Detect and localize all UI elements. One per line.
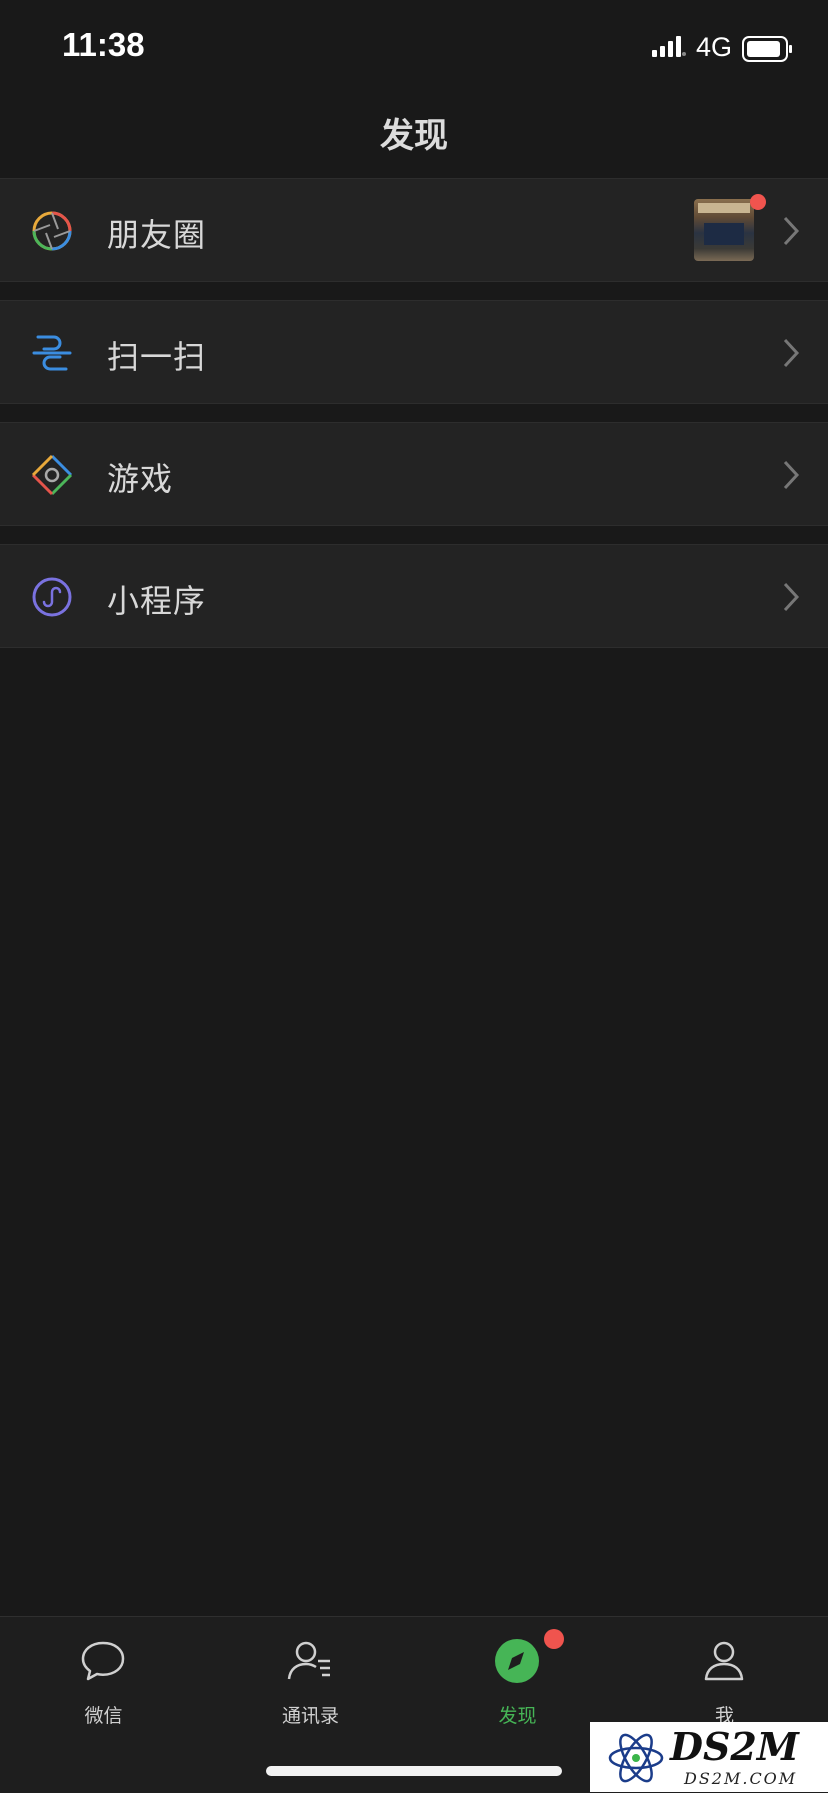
tab-label-contacts: 通讯录 <box>281 1705 339 1727</box>
network-type: 4G <box>696 32 733 62</box>
page-title: 发现 <box>380 116 448 156</box>
tab-chats[interactable]: 微信 <box>0 1617 207 1727</box>
battery-icon <box>742 36 792 62</box>
menu-label-mini-programs: 小程序 <box>107 582 207 620</box>
games-diamond-icon <box>31 454 73 496</box>
menu-label-games: 游戏 <box>107 460 174 498</box>
signal-icon <box>652 36 686 57</box>
status-bar: 11:38 4G <box>0 0 828 100</box>
tab-me[interactable]: 我 <box>621 1617 828 1727</box>
mini-program-icon <box>32 577 72 617</box>
moments-aperture-icon <box>32 211 72 251</box>
moments-badge <box>750 194 766 210</box>
home-indicator <box>266 1766 562 1776</box>
watermark: DS2M DS2M.COM <box>590 1722 828 1792</box>
menu-group-moments: 朋友圈 <box>0 178 828 282</box>
watermark-text: DS2M <box>670 1724 799 1769</box>
menu-item-moments[interactable]: 朋友圈 <box>0 179 828 283</box>
status-time: 11:38 <box>62 26 145 63</box>
scan-icon <box>32 335 72 371</box>
menu-group-scan: 扫一扫 <box>0 300 828 404</box>
menu-label-scan: 扫一扫 <box>107 338 207 376</box>
chat-bubble-icon <box>81 1641 125 1681</box>
chevron-right-icon <box>783 216 800 246</box>
watermark-logo-icon <box>608 1733 664 1783</box>
contacts-icon <box>287 1641 330 1680</box>
chevron-right-icon <box>783 338 800 368</box>
discover-badge <box>544 1629 564 1649</box>
tab-discover[interactable]: 发现 <box>414 1617 621 1727</box>
discover-compass-icon <box>495 1639 539 1683</box>
chevron-right-icon <box>783 582 800 612</box>
menu-group-games: 游戏 <box>0 422 828 526</box>
menu-item-scan[interactable]: 扫一扫 <box>0 301 828 405</box>
chevron-right-icon <box>783 460 800 490</box>
menu-item-games[interactable]: 游戏 <box>0 423 828 527</box>
watermark-subtext: DS2M.COM <box>684 1769 798 1788</box>
tab-contacts[interactable]: 通讯录 <box>207 1617 414 1727</box>
moments-thumbnail <box>694 199 754 261</box>
me-person-icon <box>704 1641 744 1681</box>
tab-label-chats: 微信 <box>84 1705 123 1727</box>
menu-label-moments: 朋友圈 <box>107 216 207 254</box>
menu-item-mini-programs[interactable]: 小程序 <box>0 545 828 649</box>
menu-group-mini-programs: 小程序 <box>0 544 828 648</box>
